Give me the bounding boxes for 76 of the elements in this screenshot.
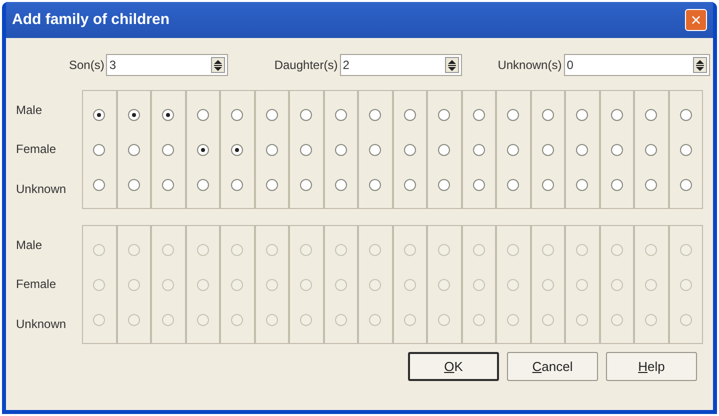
- radio-button[interactable]: [472, 144, 485, 156]
- spin-value: 0: [566, 57, 574, 74]
- radio-button[interactable]: [507, 108, 520, 120]
- radio-button[interactable]: [645, 178, 658, 190]
- radio-button[interactable]: [231, 178, 244, 190]
- dialog-button[interactable]: Help: [606, 352, 697, 381]
- radio-button[interactable]: [369, 144, 382, 156]
- radio-button[interactable]: [196, 108, 209, 120]
- row-label: Male: [16, 102, 44, 119]
- radio-button[interactable]: [231, 108, 244, 120]
- row-label: Female: [16, 141, 58, 158]
- row-label: Unknown: [16, 181, 68, 198]
- row-label: Male: [16, 236, 44, 254]
- radio-button[interactable]: [300, 144, 312, 156]
- radio-button[interactable]: [438, 178, 450, 190]
- row-label: Female: [16, 276, 58, 294]
- radio-button[interactable]: [334, 178, 347, 190]
- radio-button[interactable]: [645, 108, 658, 120]
- radio-button[interactable]: [680, 144, 692, 156]
- radio-button[interactable]: [93, 178, 106, 190]
- dialog-button[interactable]: OK: [408, 352, 499, 381]
- radio-button[interactable]: [576, 144, 588, 156]
- radio-button[interactable]: [680, 178, 692, 190]
- spin-field[interactable]: 2: [340, 54, 462, 76]
- row-label: Unknown: [16, 316, 68, 334]
- radio-button[interactable]: [542, 108, 554, 120]
- spin-field[interactable]: 0: [564, 54, 710, 76]
- radio-button[interactable]: [266, 144, 278, 156]
- radio-button[interactable]: [162, 108, 174, 120]
- radio-button[interactable]: [610, 144, 623, 156]
- radio-button[interactable]: [472, 108, 485, 120]
- radio-button[interactable]: [542, 178, 554, 190]
- radio-button[interactable]: [542, 144, 554, 156]
- radio-button[interactable]: [369, 178, 382, 190]
- radio-button[interactable]: [93, 108, 106, 120]
- radio-button[interactable]: [128, 144, 140, 156]
- radio-button[interactable]: [404, 178, 416, 190]
- radio-button[interactable]: [93, 144, 106, 156]
- count-label: Daughter(s): [274, 57, 338, 74]
- radio-button[interactable]: [162, 144, 174, 156]
- radio-button[interactable]: [438, 108, 450, 120]
- radio-button[interactable]: [300, 178, 312, 190]
- spin-arrows-icon[interactable]: [692, 57, 707, 73]
- spin-arrows-icon[interactable]: [444, 57, 459, 73]
- window-title: Add family of children: [12, 10, 170, 30]
- radio-button[interactable]: [404, 108, 416, 120]
- spin-value: 3: [109, 57, 116, 74]
- radio-button[interactable]: [196, 178, 209, 190]
- radio-button[interactable]: [266, 178, 278, 190]
- radio-button[interactable]: [576, 178, 588, 190]
- radio-button[interactable]: [128, 108, 140, 120]
- radio-button[interactable]: [404, 144, 416, 156]
- radio-button[interactable]: [507, 178, 520, 190]
- radio-button[interactable]: [334, 144, 347, 156]
- count-label: Son(s): [69, 57, 104, 74]
- radio-button[interactable]: [231, 144, 244, 156]
- radio-button[interactable]: [507, 144, 520, 156]
- spin-arrows-icon[interactable]: [211, 57, 226, 73]
- radio-button[interactable]: [196, 144, 209, 156]
- radio-button[interactable]: [162, 178, 174, 190]
- radio-button[interactable]: [300, 108, 312, 120]
- radio-button[interactable]: [472, 178, 485, 190]
- radio-button[interactable]: [369, 108, 382, 120]
- radio-button[interactable]: [266, 108, 278, 120]
- radio-button[interactable]: [438, 144, 450, 156]
- spin-value: 2: [342, 57, 350, 74]
- radio-button[interactable]: [576, 108, 588, 120]
- count-label: Unknown(s): [498, 57, 562, 74]
- radio-button[interactable]: [128, 178, 140, 190]
- radio-button[interactable]: [645, 144, 658, 156]
- spin-field[interactable]: 3: [106, 54, 228, 76]
- dialog-button[interactable]: Cancel: [507, 352, 598, 381]
- radio-button[interactable]: [334, 108, 347, 120]
- radio-button[interactable]: [680, 108, 692, 120]
- radio-button[interactable]: [610, 108, 623, 120]
- radio-button[interactable]: [610, 178, 623, 190]
